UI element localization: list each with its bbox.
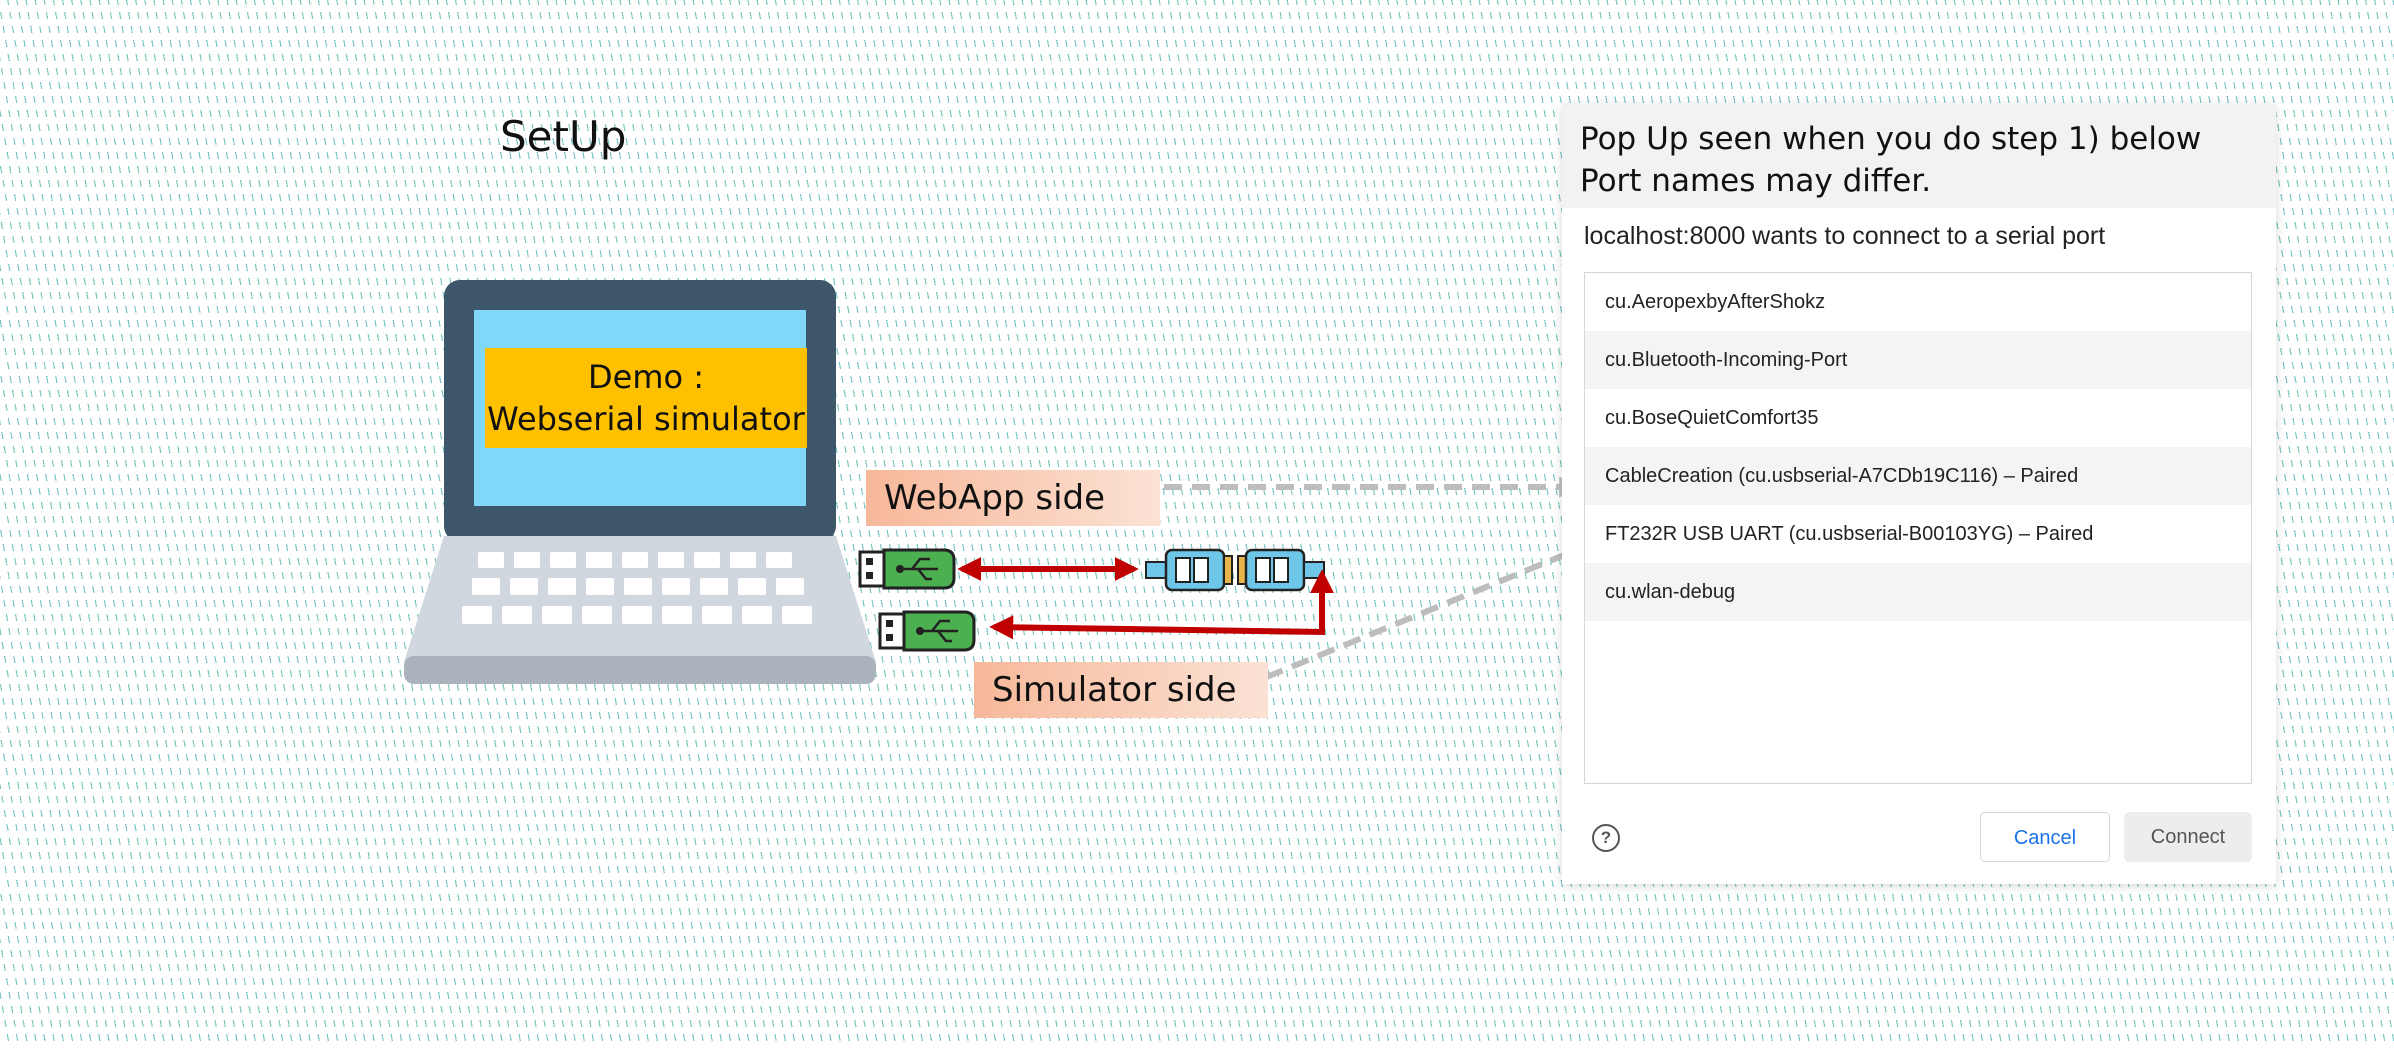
port-item[interactable]: cu.wlan-debug bbox=[1585, 563, 2251, 621]
simulator-side-label: Simulator side bbox=[974, 662, 1268, 718]
port-item[interactable]: FT232R USB UART (cu.usbserial-B00103YG) … bbox=[1585, 505, 2251, 563]
serial-connector-icon bbox=[1237, 548, 1325, 592]
port-item[interactable]: CableCreation (cu.usbserial-A7CDb19C116)… bbox=[1585, 447, 2251, 505]
usb-drive-icon bbox=[878, 610, 976, 652]
port-item[interactable]: cu.Bluetooth-Incoming-Port bbox=[1585, 331, 2251, 389]
popup-header: Pop Up seen when you do step 1) below Po… bbox=[1562, 104, 2276, 208]
popup-header-line2: Port names may differ. bbox=[1580, 163, 1932, 199]
webapp-side-label: WebApp side bbox=[866, 470, 1160, 526]
usb-drive-icon bbox=[858, 548, 956, 590]
cancel-button[interactable]: Cancel bbox=[1980, 812, 2110, 862]
port-list[interactable]: cu.AeropexbyAfterShokz cu.Bluetooth-Inco… bbox=[1584, 272, 2252, 784]
port-item[interactable]: cu.BoseQuietComfort35 bbox=[1585, 389, 2251, 447]
popup-prompt: localhost:8000 wants to connect to a ser… bbox=[1584, 222, 2106, 250]
port-item[interactable]: cu.AeropexbyAfterShokz bbox=[1585, 273, 2251, 331]
connect-button[interactable]: Connect bbox=[2124, 812, 2252, 862]
serial-port-popup: Pop Up seen when you do step 1) below Po… bbox=[1562, 104, 2276, 884]
question-circle-icon[interactable]: ? bbox=[1592, 824, 1620, 852]
connection-diagram bbox=[858, 476, 1590, 692]
popup-header-line1: Pop Up seen when you do step 1) below bbox=[1580, 121, 2202, 157]
serial-connector-icon bbox=[1145, 548, 1233, 592]
